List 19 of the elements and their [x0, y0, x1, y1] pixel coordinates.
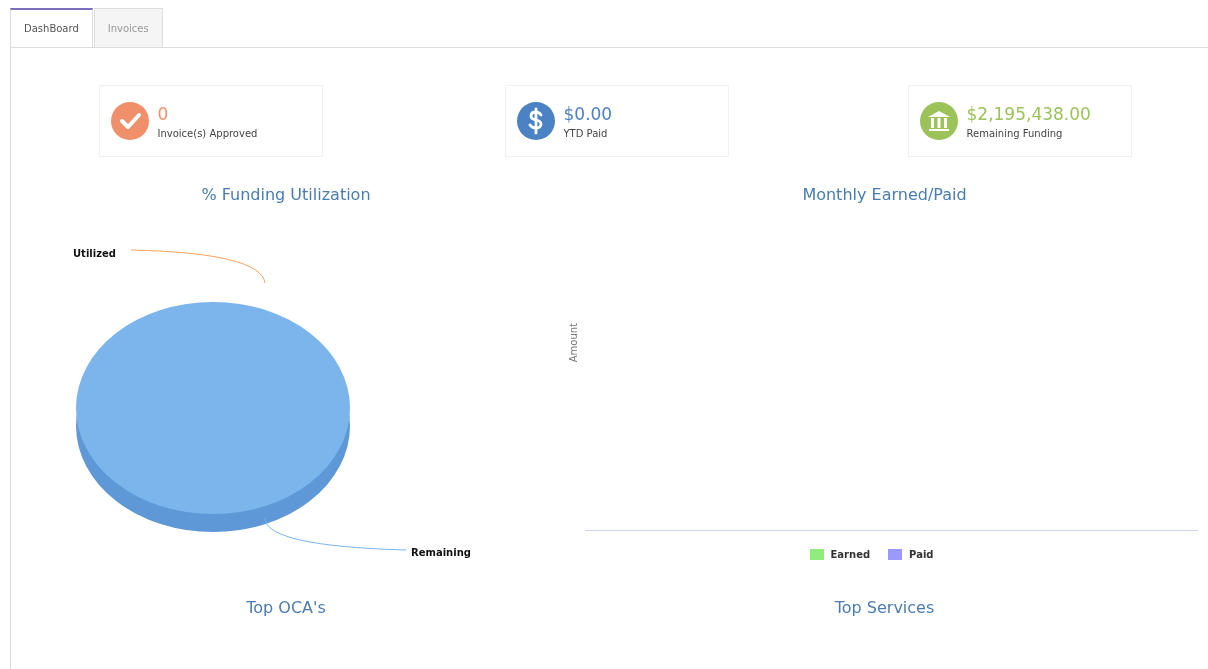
axis-label: Amount — [567, 323, 579, 363]
section-title: Top Services — [834, 598, 935, 617]
section-title: Top OCA's — [246, 598, 326, 617]
dollar-icon — [515, 101, 556, 141]
stat-value: $0.00 — [563, 103, 613, 125]
legend-label: Paid — [909, 549, 934, 560]
stat-value: 0 — [157, 103, 170, 125]
legend-label: Earned — [830, 549, 871, 560]
stat-label: YTD Paid — [563, 128, 609, 139]
bank-icon — [918, 101, 959, 141]
pie-label: Remaining — [411, 547, 471, 558]
pie-label: Utilized — [73, 248, 116, 259]
chart-title: Monthly Earned/Paid — [802, 185, 967, 204]
chart-title: % Funding Utilization — [201, 185, 371, 204]
stat-value: $2,195,438.00 — [966, 103, 1091, 125]
tab[interactable]: DashBoard — [10, 8, 93, 47]
stat-label: Remaining Funding — [966, 128, 1064, 139]
check-icon — [109, 101, 150, 141]
stat-label: Invoice(s) Approved — [157, 128, 258, 139]
